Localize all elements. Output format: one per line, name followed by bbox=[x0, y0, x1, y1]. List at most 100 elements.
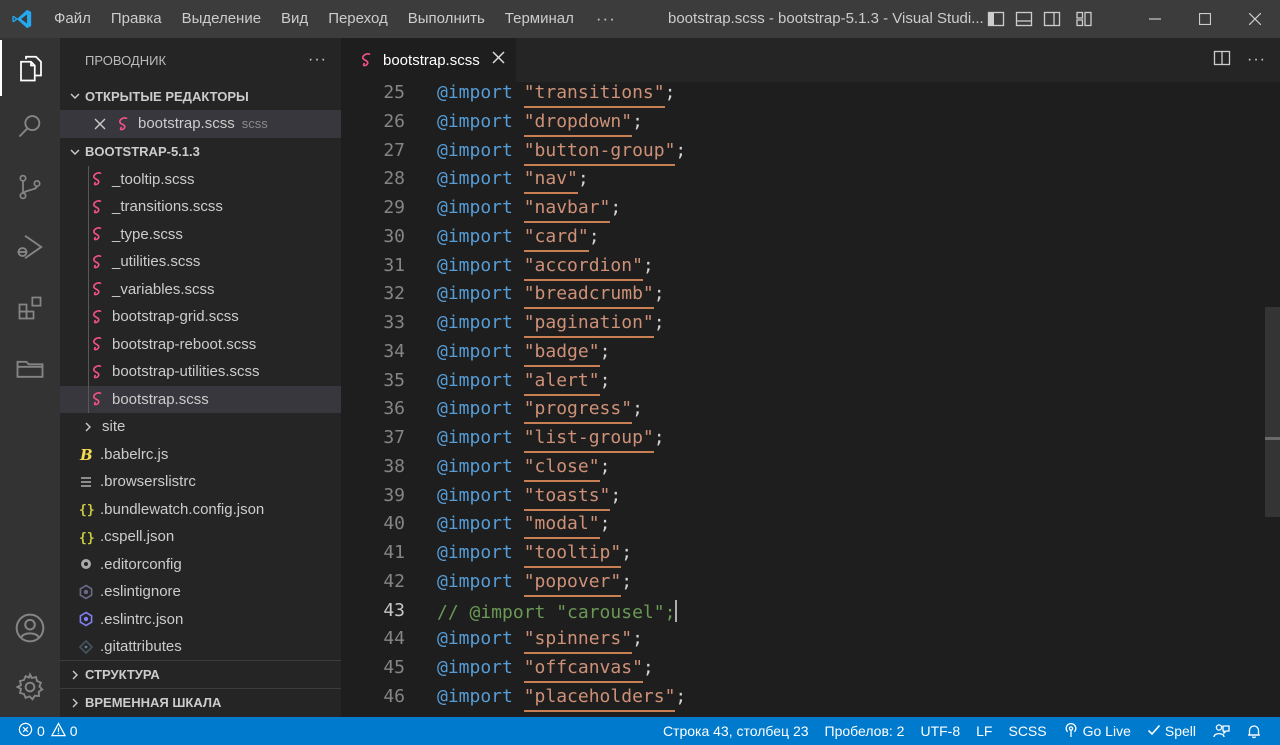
menu-more-button[interactable]: ··· bbox=[584, 0, 628, 38]
file-tree-item[interactable]: bootstrap-utilities.scss bbox=[60, 358, 341, 386]
accounts-icon[interactable] bbox=[0, 600, 60, 656]
remote-explorer-icon[interactable] bbox=[0, 340, 60, 396]
code-line[interactable]: 43 // @import "carousel"; bbox=[341, 599, 1280, 629]
file-tree-item[interactable]: _transitions.scss bbox=[60, 193, 341, 221]
project-section[interactable]: BOOTSTRAP-5.1.3 bbox=[60, 138, 341, 166]
close-tab-icon[interactable] bbox=[492, 51, 505, 69]
code-line[interactable]: 29 @import "navbar"; bbox=[341, 197, 1280, 226]
notifications-bell-icon[interactable] bbox=[1238, 717, 1270, 745]
search-icon[interactable] bbox=[0, 98, 60, 154]
menu-item[interactable]: Вид bbox=[271, 0, 318, 38]
spell-button[interactable]: Spell bbox=[1139, 717, 1204, 745]
explorer-sidebar: ПРОВОДНИК ··· ОТКРЫТЫЕ РЕДАКТОРЫ bootstr… bbox=[60, 38, 341, 717]
open-editors-section[interactable]: ОТКРЫТЫЕ РЕДАКТОРЫ bbox=[60, 82, 341, 110]
explorer-title: ПРОВОДНИК bbox=[85, 52, 167, 68]
file-tree-item[interactable]: bootstrap.scss bbox=[60, 385, 341, 413]
folder-tree-item[interactable]: site bbox=[60, 413, 341, 441]
customize-layout-icon[interactable] bbox=[1074, 9, 1094, 29]
timeline-section[interactable]: ВРЕМЕННАЯ ШКАЛА bbox=[60, 688, 341, 716]
encoding[interactable]: UTF-8 bbox=[912, 717, 968, 745]
file-tree-item[interactable]: B .babelrc.js bbox=[60, 441, 341, 469]
run-debug-icon[interactable] bbox=[0, 219, 60, 275]
menu-item[interactable]: Выполнить bbox=[398, 0, 495, 38]
extensions-icon[interactable] bbox=[0, 280, 60, 336]
code-line[interactable]: 31 @import "accordion"; bbox=[341, 254, 1280, 284]
git-icon bbox=[78, 639, 94, 655]
toggle-secondary-sidebar-icon[interactable] bbox=[1042, 9, 1062, 29]
code-line[interactable]: 38 @import "close"; bbox=[341, 455, 1280, 485]
minimize-button[interactable] bbox=[1130, 0, 1180, 38]
go-live-button[interactable]: Go Live bbox=[1055, 717, 1139, 745]
file-tree-item[interactable]: _tooltip.scss bbox=[60, 165, 341, 193]
code-line[interactable]: 33 @import "pagination"; bbox=[341, 312, 1280, 341]
editor-scrollbar[interactable] bbox=[1265, 82, 1280, 717]
file-tree-item[interactable]: .gitattributes bbox=[60, 633, 341, 661]
code-line[interactable]: 26 @import "dropdown"; bbox=[341, 110, 1280, 140]
close-icon[interactable] bbox=[92, 116, 108, 132]
semicolon: ; bbox=[610, 197, 622, 218]
code-line[interactable]: 39 @import "toasts"; bbox=[341, 484, 1280, 514]
menu-item[interactable]: Выделение bbox=[172, 0, 271, 38]
problems-indicator[interactable]: 0 0 bbox=[10, 717, 86, 745]
file-tree-item[interactable]: .browserslistrc bbox=[60, 468, 341, 496]
code-line[interactable]: 36 @import "progress"; bbox=[341, 398, 1280, 427]
semicolon: ; bbox=[599, 455, 611, 477]
language-mode[interactable]: SCSS bbox=[1000, 717, 1054, 745]
file-tree-item[interactable]: {} .cspell.json bbox=[60, 523, 341, 551]
code-line[interactable]: 28 @import "nav"; bbox=[341, 168, 1280, 197]
scrollbar-thumb[interactable] bbox=[1265, 307, 1280, 517]
end-of-line[interactable]: LF bbox=[968, 717, 1000, 745]
file-tree-item[interactable]: _type.scss bbox=[60, 220, 341, 248]
go-live-label: Go Live bbox=[1082, 723, 1131, 739]
code-line[interactable]: 42 @import "popover"; bbox=[341, 570, 1280, 600]
code-line[interactable]: 44 @import "spinners"; bbox=[341, 628, 1280, 657]
feedback-icon[interactable] bbox=[1204, 717, 1238, 745]
close-window-button[interactable] bbox=[1230, 0, 1280, 38]
code-line[interactable]: 27 @import "button-group"; bbox=[341, 139, 1280, 169]
menu-item[interactable]: Переход bbox=[318, 0, 398, 38]
import-path-string: "toasts" bbox=[523, 484, 611, 511]
indentation[interactable]: Пробелов: 2 bbox=[817, 717, 913, 745]
code-editor[interactable]: 25 @import "transitions"; 26 @import "dropd… bbox=[341, 82, 1280, 717]
editor-more-actions-icon[interactable]: ··· bbox=[1247, 51, 1266, 69]
file-tree-item[interactable]: .eslintignore bbox=[60, 578, 341, 606]
code-line[interactable]: 34 @import "badge"; bbox=[341, 340, 1280, 370]
code-line[interactable]: 25 @import "transitions"; bbox=[341, 82, 1280, 111]
json-braces-icon: {} bbox=[78, 529, 94, 545]
file-tree-item[interactable]: _utilities.scss bbox=[60, 248, 341, 276]
code-line[interactable]: 37 @import "list-group"; bbox=[341, 427, 1280, 456]
menu-item[interactable]: Правка bbox=[101, 0, 172, 38]
toggle-sidebar-icon[interactable] bbox=[986, 9, 1006, 29]
toggle-panel-icon[interactable] bbox=[1014, 9, 1034, 29]
source-control-icon[interactable] bbox=[0, 159, 60, 215]
open-editor-item[interactable]: bootstrap.scss scss bbox=[60, 110, 341, 138]
cursor-position[interactable]: Строка 43, столбец 23 bbox=[655, 717, 817, 745]
menu-item[interactable]: Файл bbox=[44, 0, 101, 38]
file-tree-item[interactable]: {} .bundlewatch.config.json bbox=[60, 496, 341, 524]
tab-bootstrap-scss[interactable]: bootstrap.scss bbox=[341, 38, 516, 82]
code-line[interactable]: 35 @import "alert"; bbox=[341, 369, 1280, 399]
file-tree-item[interactable]: .eslintrc.json bbox=[60, 606, 341, 634]
code-line[interactable]: 46 @import "placeholders"; bbox=[341, 685, 1280, 715]
split-editor-icon[interactable] bbox=[1213, 49, 1231, 72]
code-line[interactable]: 40 @import "modal"; bbox=[341, 513, 1280, 542]
outline-section[interactable]: СТРУКТУРА bbox=[60, 660, 341, 688]
import-path-string: "progress" bbox=[523, 398, 633, 425]
code-line[interactable]: 32 @import "breadcrumb"; bbox=[341, 283, 1280, 312]
chevron-down-icon bbox=[66, 146, 84, 158]
file-tree-item[interactable]: bootstrap-grid.scss bbox=[60, 303, 341, 331]
file-tree-item[interactable]: _variables.scss bbox=[60, 275, 341, 303]
menu-item[interactable]: Терминал bbox=[495, 0, 584, 38]
import-path-string: "spinners" bbox=[523, 628, 633, 655]
maximize-button[interactable] bbox=[1180, 0, 1230, 38]
code-line[interactable]: 41 @import "tooltip"; bbox=[341, 542, 1280, 571]
line-number: 29 bbox=[383, 197, 405, 218]
file-tree-item[interactable]: .editorconfig bbox=[60, 551, 341, 579]
explorer-more-actions-button[interactable]: ··· bbox=[308, 51, 327, 69]
explorer-icon[interactable] bbox=[0, 40, 60, 96]
broadcast-icon bbox=[1063, 722, 1079, 741]
manage-gear-icon[interactable] bbox=[0, 659, 60, 715]
code-line[interactable]: 30 @import "card"; bbox=[341, 225, 1280, 255]
file-tree-item[interactable]: bootstrap-reboot.scss bbox=[60, 330, 341, 358]
code-line[interactable]: 45 @import "offcanvas"; bbox=[341, 657, 1280, 686]
